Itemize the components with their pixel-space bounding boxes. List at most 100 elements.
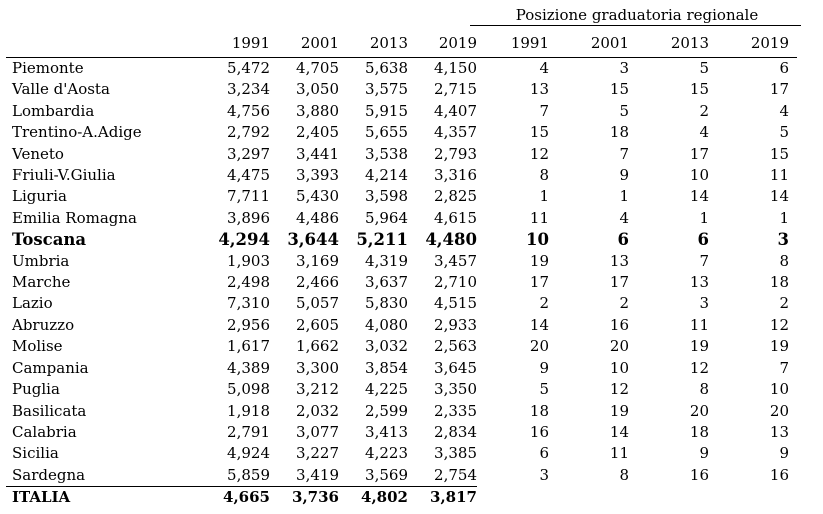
region-name: Veneto bbox=[12, 144, 64, 163]
table-row: Lazio 7,310 5,057 5,830 4,515 2 2 3 2 bbox=[6, 293, 797, 314]
value-cell: 3,300 bbox=[296, 358, 339, 377]
rank-cell: 16 bbox=[529, 422, 549, 441]
value-cell: 2,563 bbox=[434, 337, 477, 356]
rank-cell: 5 bbox=[539, 380, 549, 399]
value-cell: 1,662 bbox=[296, 337, 339, 356]
rank-cell: 18 bbox=[609, 123, 629, 142]
value-cell: 4,756 bbox=[227, 101, 270, 120]
value-cell: 4,475 bbox=[227, 166, 270, 185]
value-cell: 4,294 bbox=[218, 230, 270, 250]
value-cell: 3,393 bbox=[296, 166, 339, 185]
value-cell: 4,150 bbox=[434, 59, 477, 77]
value-cell: 5,472 bbox=[227, 59, 270, 77]
value-cell: 1,918 bbox=[227, 401, 270, 420]
value-cell: 4,319 bbox=[365, 251, 408, 270]
value-cell: 2,754 bbox=[434, 465, 477, 484]
rank-cell: 5 bbox=[699, 59, 709, 77]
value-cell: 3,234 bbox=[227, 80, 270, 99]
table-row: Basilicata 1,918 2,032 2,599 2,335 18 19 20 20 bbox=[6, 401, 797, 422]
table-row: Marche 2,498 2,466 3,637 2,710 17 17 13 18 bbox=[6, 272, 797, 293]
value-cell: 4,223 bbox=[365, 444, 408, 463]
value-cell: 4,515 bbox=[434, 294, 477, 313]
value-cell: 5,638 bbox=[365, 59, 408, 77]
value-cell: 2,605 bbox=[296, 315, 339, 334]
rank-cell: 9 bbox=[539, 358, 549, 377]
value-cell: 3,169 bbox=[296, 251, 339, 270]
rank-cell: 3 bbox=[699, 294, 709, 313]
value-cell: 1,617 bbox=[227, 337, 270, 356]
rank-cell: 8 bbox=[779, 251, 789, 270]
table-row: Umbria 1,903 3,169 4,319 3,457 19 13 7 8 bbox=[6, 251, 797, 272]
rank-cell: 5 bbox=[619, 101, 629, 120]
rank-cell: 9 bbox=[779, 444, 789, 463]
region-name: Toscana bbox=[12, 230, 87, 250]
rank-cell: 15 bbox=[689, 80, 709, 99]
value-cell: 4,389 bbox=[227, 358, 270, 377]
value-cell: 3,457 bbox=[434, 251, 477, 270]
rank-cell: 13 bbox=[689, 273, 709, 292]
region-name: Marche bbox=[12, 273, 71, 292]
value-cell: 3,569 bbox=[365, 465, 408, 484]
rank-cell: 7 bbox=[539, 101, 549, 120]
rank-cell: 14 bbox=[689, 187, 709, 206]
value-cell: 4,486 bbox=[296, 208, 339, 227]
rank-cell: 9 bbox=[619, 166, 629, 185]
header-year: 2019 bbox=[408, 30, 477, 58]
value-cell: 4,705 bbox=[296, 59, 339, 77]
rank-cell: 3 bbox=[777, 230, 789, 250]
rank-cell: 19 bbox=[609, 401, 629, 420]
table-row: Sicilia 4,924 3,227 4,223 3,385 6 11 9 9 bbox=[6, 443, 797, 464]
table-row: Toscana 4,294 3,644 5,211 4,480 10 6 6 3 bbox=[6, 229, 797, 250]
table-row: Sardegna 5,859 3,419 3,569 2,754 3 8 16 16 bbox=[6, 465, 797, 487]
value-cell: 5,830 bbox=[365, 294, 408, 313]
value-cell: 3,227 bbox=[296, 444, 339, 463]
value-cell: 3,880 bbox=[296, 101, 339, 120]
rank-cell: 16 bbox=[769, 465, 789, 484]
region-name: Basilicata bbox=[12, 401, 87, 420]
rank-cell: 18 bbox=[689, 422, 709, 441]
region-name: Molise bbox=[12, 337, 63, 356]
rank-cell: 10 bbox=[609, 358, 629, 377]
total-label: ITALIA bbox=[6, 486, 201, 509]
value-cell: 4,480 bbox=[425, 230, 477, 250]
rank-cell: 19 bbox=[689, 337, 709, 356]
rank-cell: 17 bbox=[769, 80, 789, 99]
header-rank-year: 2013 bbox=[637, 30, 717, 58]
value-cell: 3,854 bbox=[365, 358, 408, 377]
value-cell: 2,793 bbox=[434, 144, 477, 163]
rank-cell: 17 bbox=[689, 144, 709, 163]
header-rank-year: 2019 bbox=[717, 30, 797, 58]
value-cell: 3,385 bbox=[434, 444, 477, 463]
rank-cell: 1 bbox=[779, 208, 789, 227]
rank-cell: 3 bbox=[619, 59, 629, 77]
value-cell: 2,710 bbox=[434, 273, 477, 292]
value-cell: 3,575 bbox=[365, 80, 408, 99]
region-name: Sardegna bbox=[12, 465, 86, 484]
value-cell: 5,964 bbox=[365, 208, 408, 227]
region-name: Lazio bbox=[12, 294, 53, 313]
value-cell: 3,297 bbox=[227, 144, 270, 163]
region-name: Liguria bbox=[12, 187, 67, 206]
value-cell: 2,405 bbox=[296, 123, 339, 142]
region-name: Calabria bbox=[12, 422, 77, 441]
value-cell: 2,956 bbox=[227, 315, 270, 334]
rank-cell: 14 bbox=[609, 422, 629, 441]
value-cell: 3,316 bbox=[434, 166, 477, 185]
rank-cell: 8 bbox=[699, 380, 709, 399]
value-cell: 2,335 bbox=[434, 401, 477, 420]
total-value: 3,817 bbox=[408, 486, 477, 509]
value-cell: 3,077 bbox=[296, 422, 339, 441]
value-cell: 2,498 bbox=[227, 273, 270, 292]
rank-cell: 13 bbox=[769, 422, 789, 441]
rank-cell: 10 bbox=[769, 380, 789, 399]
rank-cell: 2 bbox=[779, 294, 789, 313]
value-cell: 3,050 bbox=[296, 80, 339, 99]
rank-cell: 13 bbox=[609, 251, 629, 270]
table-row: Campania 4,389 3,300 3,854 3,645 9 10 12 7 bbox=[6, 358, 797, 379]
value-cell: 7,711 bbox=[227, 187, 270, 206]
total-value: 3,736 bbox=[270, 486, 339, 509]
rank-cell: 11 bbox=[769, 166, 789, 185]
value-cell: 5,655 bbox=[365, 123, 408, 142]
value-cell: 4,225 bbox=[365, 380, 408, 399]
rank-cell: 1 bbox=[619, 187, 629, 206]
